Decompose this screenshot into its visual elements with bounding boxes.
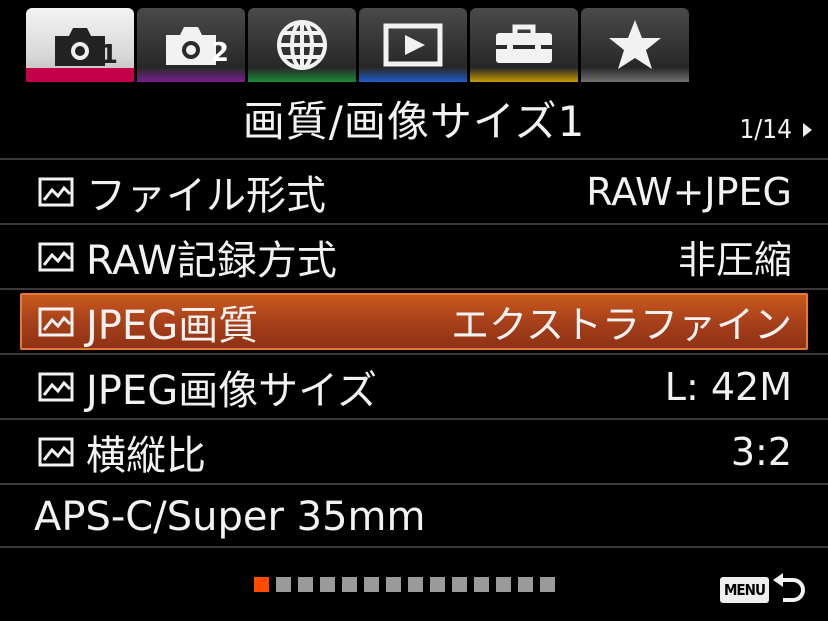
page-dot: [540, 577, 555, 592]
menu-item-label: APS-C/Super 35mm: [34, 493, 426, 540]
menu-item-label: JPEG画質: [86, 302, 259, 349]
menu-item-value: 非圧縮: [677, 238, 792, 282]
tab-camera-settings-1[interactable]: 1: [26, 8, 134, 84]
menu-item-raw-compression[interactable]: RAW記録方式 非圧縮: [0, 223, 828, 288]
menu-back-button[interactable]: MENU: [720, 570, 809, 610]
page-title: 画質/画像サイズ1: [242, 97, 586, 146]
tab-setup[interactable]: [470, 8, 578, 82]
tab-color-stripe: [137, 68, 245, 82]
tab-camera-settings-2[interactable]: 2: [137, 8, 245, 82]
tab-number: 1: [99, 40, 118, 70]
menu-item-label: JPEG画像サイズ: [86, 367, 377, 414]
menu-item-label: RAW記録方式: [86, 237, 337, 284]
page-dot: [364, 577, 379, 592]
menu-item-value: RAW+JPEG: [586, 169, 792, 214]
menu-badge: MENU: [720, 577, 769, 603]
menu-item-value: エクストラファイン: [451, 303, 792, 347]
tab-color-stripe: [470, 68, 578, 82]
menu-item-file-format[interactable]: ファイル形式 RAW+JPEG: [0, 158, 828, 223]
page-dot: [276, 577, 291, 592]
page-dot: [430, 577, 445, 592]
page-dots: [254, 577, 555, 592]
star-icon: [609, 20, 661, 69]
page-dot: [408, 577, 423, 592]
still-image-icon: [38, 177, 74, 206]
next-page-arrow-icon[interactable]: [803, 123, 812, 137]
menu-item-jpeg-quality[interactable]: JPEG画質 エクストラファイン: [0, 288, 828, 353]
tab-number: 2: [210, 38, 229, 68]
menu-item-jpeg-image-size[interactable]: JPEG画像サイズ L: 42M: [0, 353, 828, 418]
page-dot: [474, 577, 489, 592]
tab-my-menu[interactable]: [581, 8, 689, 82]
page-dot: [254, 577, 269, 592]
tab-playback[interactable]: [359, 8, 467, 82]
still-image-icon: [38, 242, 74, 271]
menu-item-aps-c-super35[interactable]: APS-C/Super 35mm: [0, 483, 828, 548]
globe-icon: [277, 20, 327, 70]
page-indicator: 1/14: [739, 115, 792, 145]
still-image-icon: [38, 307, 74, 336]
page-dot: [518, 577, 533, 592]
still-image-icon: [38, 437, 74, 466]
playback-icon: [383, 23, 443, 67]
menu-list: ファイル形式 RAW+JPEG RAW記録方式 非圧縮 JPEG画質 エクストラ…: [0, 158, 828, 548]
page-dot: [320, 577, 335, 592]
toolbox-icon: [496, 24, 552, 63]
page-dot: [298, 577, 313, 592]
menu-item-value: L: 42M: [664, 364, 792, 409]
page-dot: [452, 577, 467, 592]
return-arrow-icon: [772, 573, 805, 602]
tab-divider: [0, 82, 828, 84]
page-dot: [342, 577, 357, 592]
page-dot: [496, 577, 511, 592]
menu-item-label: ファイル形式: [86, 172, 326, 219]
page-dot: [386, 577, 401, 592]
tab-network[interactable]: [248, 8, 356, 82]
still-image-icon: [38, 372, 74, 401]
menu-item-label: 横縦比: [86, 432, 206, 479]
tab-color-stripe: [359, 68, 467, 82]
menu-item-value: 3:2: [730, 429, 792, 474]
tab-bar: 1 2: [0, 0, 828, 84]
menu-item-aspect-ratio[interactable]: 横縦比 3:2: [0, 418, 828, 483]
